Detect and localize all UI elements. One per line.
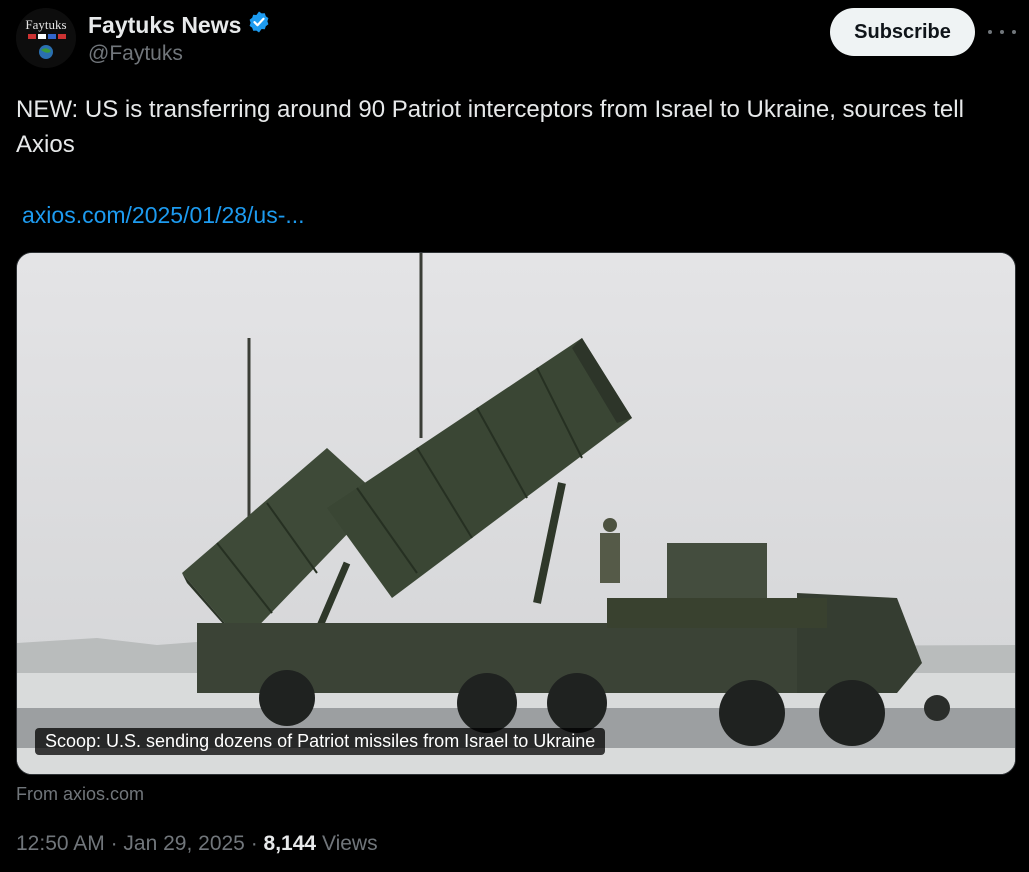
faytuks-logo: Faytuks — [16, 8, 76, 68]
meta-separator: · — [250, 832, 258, 855]
avatar[interactable]: Faytuks — [16, 8, 76, 68]
article-image — [17, 253, 1015, 774]
article-link[interactable]: axios.com/2025/01/28/us-... — [22, 202, 305, 229]
account-handle[interactable]: @Faytuks — [88, 42, 183, 66]
verified-badge-icon — [247, 10, 271, 40]
tweet-text: NEW: US is transferring around 90 Patrio… — [16, 96, 964, 158]
views-label: Views — [321, 832, 378, 855]
display-name[interactable]: Faytuks News — [88, 10, 271, 40]
tweet-meta: 12:50 AM · Jan 29, 2025 · 8,144 Views — [16, 832, 378, 856]
tweet-date[interactable]: Jan 29, 2025 — [123, 832, 244, 855]
more-horizontal-icon[interactable] — [988, 22, 1016, 42]
card-title: Scoop: U.S. sending dozens of Patriot mi… — [35, 728, 606, 755]
subscribe-button[interactable]: Subscribe — [830, 8, 975, 56]
card-source[interactable]: From axios.com — [16, 784, 144, 805]
views-count: 8,144 — [263, 832, 317, 855]
meta-separator: · — [110, 832, 118, 855]
link-card[interactable]: Scoop: U.S. sending dozens of Patriot mi… — [16, 252, 1016, 775]
display-name-text: Faytuks News — [88, 11, 242, 38]
tweet-time[interactable]: 12:50 AM — [16, 832, 105, 855]
avatar-logo-text: Faytuks — [25, 17, 66, 32]
